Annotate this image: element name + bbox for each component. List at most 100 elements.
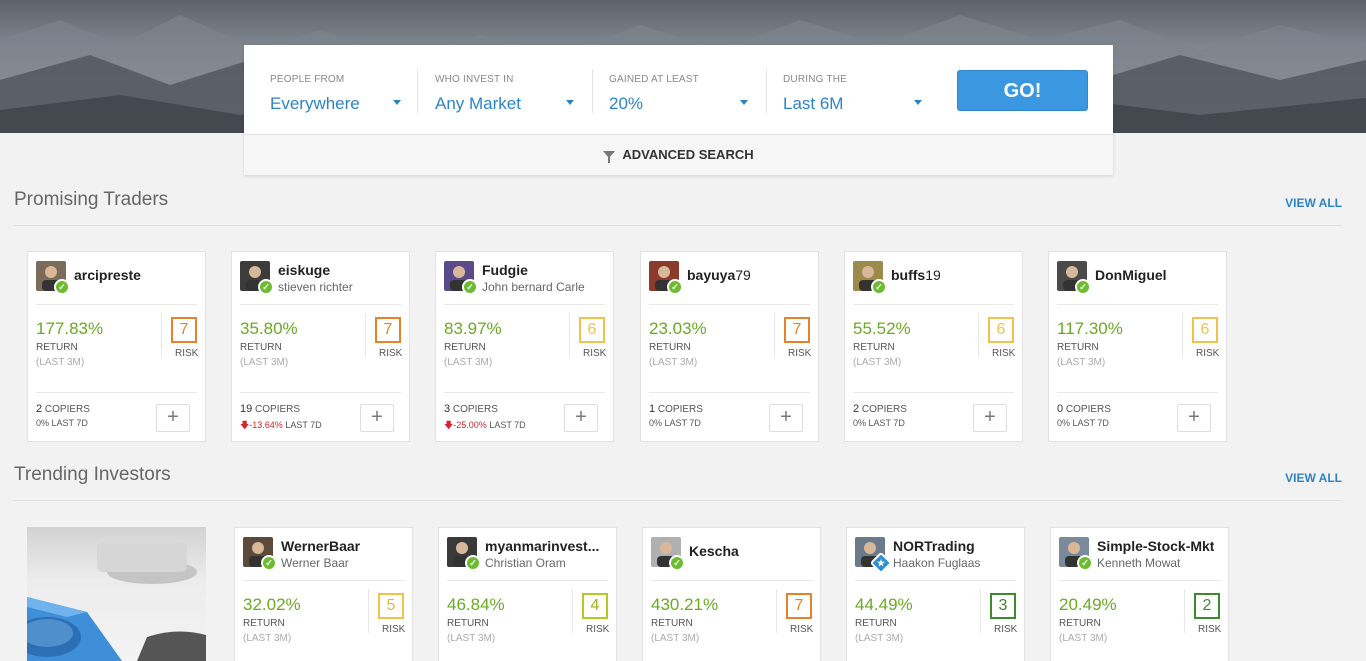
filter-people-from[interactable]: PEOPLE FROM Everywhere: [270, 45, 410, 134]
trader-card[interactable]: ✓ eiskuge stieven richter 35.80% RETURN (LAST…: [231, 251, 410, 442]
return-value: 83.97%: [444, 319, 502, 338]
risk-label: RISK: [994, 624, 1018, 635]
change-label: LAST 7D: [868, 418, 905, 428]
weekly-change: 🡇-13.64% LAST 7D: [240, 418, 322, 434]
username[interactable]: Kescha: [689, 543, 739, 559]
filter-during-the[interactable]: DURING THE Last 6M: [783, 45, 928, 134]
username[interactable]: arcipreste: [74, 267, 141, 283]
username[interactable]: NORTrading: [893, 538, 975, 554]
copiers-label: COPIERS: [255, 404, 301, 415]
username[interactable]: eiskuge: [278, 262, 330, 278]
trader-card[interactable]: ✓ Fudgie John bernard Carle 83.97% RETURN (LA…: [435, 251, 614, 442]
copiers-label: COPIERS: [452, 404, 498, 415]
filter-gained-at-least[interactable]: GAINED AT LEAST 20%: [609, 45, 754, 134]
full-name: stieven richter: [278, 280, 353, 294]
change-value: 0%: [36, 418, 50, 428]
investor-card[interactable]: ✓ Simple-Stock-Mkt Kenneth Mowat 20.49% RETU…: [1050, 527, 1229, 661]
divider: [444, 304, 605, 305]
verified-icon: ✓: [1077, 555, 1093, 571]
change-value: 0%: [1057, 418, 1071, 428]
filter-value[interactable]: Any Market: [435, 94, 521, 114]
verified-icon: ✓: [54, 279, 70, 295]
return-period: (LAST 3M): [1057, 357, 1106, 368]
risk-label: RISK: [583, 348, 607, 359]
change-value: 0%: [853, 418, 867, 428]
chevron-down-icon[interactable]: [740, 100, 748, 105]
advanced-search-button[interactable]: ADVANCED SEARCH: [244, 134, 1113, 175]
copy-trader-button[interactable]: +: [769, 404, 803, 432]
divider: [368, 589, 369, 633]
username[interactable]: Fudgie: [482, 262, 528, 278]
divider: [1059, 580, 1220, 581]
down-arrow-icon: 🡇: [444, 420, 454, 430]
change-label: LAST 7D: [285, 420, 322, 430]
verified-icon: ✓: [465, 555, 481, 571]
return-label: RETURN: [444, 342, 486, 353]
copiers-label: COPIERS: [1065, 404, 1111, 415]
chevron-down-icon[interactable]: [393, 100, 401, 105]
verified-icon: ✓: [261, 555, 277, 571]
filter-value[interactable]: Last 6M: [783, 94, 843, 114]
username[interactable]: bayuya79: [687, 267, 751, 283]
trader-card[interactable]: ✓ bayuya79 23.03% RETURN (LAST 3M) 7 RISK 1 COP…: [640, 251, 819, 442]
copiers-count: 2 COPIERS: [36, 403, 90, 415]
divider: [1182, 313, 1183, 357]
full-name: Haakon Fuglaas: [893, 556, 981, 570]
username[interactable]: WernerBaar: [281, 538, 360, 554]
username-text: bayuya: [687, 267, 736, 283]
trader-card[interactable]: ✓ DonMiguel 117.30% RETURN (LAST 3M) 6 RISK 0 C…: [1048, 251, 1227, 442]
verified-icon: ✓: [667, 279, 683, 295]
risk-score: 6: [579, 317, 605, 343]
trader-card[interactable]: ✓ buffs19 55.52% RETURN (LAST 3M) 6 RISK 2 COPI…: [844, 251, 1023, 442]
filter-who-invest-in[interactable]: WHO INVEST IN Any Market: [435, 45, 580, 134]
divider: [243, 580, 404, 581]
trader-card[interactable]: ✓ arcipreste 177.83% RETURN (LAST 3M) 7 RISK 2 …: [27, 251, 206, 442]
filter-value[interactable]: 20%: [609, 94, 643, 114]
return-period: (LAST 3M): [855, 633, 904, 644]
username[interactable]: Simple-Stock-Mkt: [1097, 538, 1214, 554]
promo-image[interactable]: [27, 527, 206, 661]
investor-card[interactable]: ✓ myanmarinvest... Christian Oram 46.84% RET…: [438, 527, 617, 661]
username[interactable]: buffs19: [891, 267, 941, 283]
filter-value[interactable]: Everywhere: [270, 94, 360, 114]
copy-trader-button[interactable]: +: [564, 404, 598, 432]
divider: [1184, 589, 1185, 633]
verified-icon: ✓: [669, 555, 685, 571]
risk-score: 3: [990, 593, 1016, 619]
return-label: RETURN: [1057, 342, 1099, 353]
investor-card[interactable]: ✓ WernerBaar Werner Baar 32.02% RETURN (LAST …: [234, 527, 413, 661]
copiers-number: 1: [649, 403, 656, 415]
copy-trader-button[interactable]: +: [156, 404, 190, 432]
risk-label: RISK: [992, 348, 1016, 359]
go-button[interactable]: GO!: [957, 70, 1088, 111]
username[interactable]: myanmarinvest...: [485, 538, 599, 554]
change-value: 0%: [649, 418, 663, 428]
divider: [853, 392, 1014, 393]
risk-score: 7: [375, 317, 401, 343]
chevron-down-icon[interactable]: [914, 100, 922, 105]
verified-icon: ✓: [871, 279, 887, 295]
weekly-change: 0% LAST 7D: [853, 418, 905, 428]
divider: [649, 392, 810, 393]
verified-icon: ✓: [258, 279, 274, 295]
return-label: RETURN: [36, 342, 78, 353]
view-all-trending-link[interactable]: VIEW ALL: [1285, 471, 1342, 485]
search-filters: PEOPLE FROM Everywhere WHO INVEST IN Any…: [244, 45, 1113, 134]
chevron-down-icon[interactable]: [566, 100, 574, 105]
copy-trader-button[interactable]: +: [1177, 404, 1211, 432]
investor-card[interactable]: ★ NORTrading Haakon Fuglaas 44.49% RETURN (LA…: [846, 527, 1025, 661]
divider: [766, 69, 767, 113]
return-period: (LAST 3M): [651, 633, 700, 644]
investor-card[interactable]: ✓ Kescha 430.21% RETURN (LAST 3M) 7 RISK: [642, 527, 821, 661]
divider: [853, 304, 1014, 305]
risk-score: 7: [786, 593, 812, 619]
risk-score: 2: [1194, 593, 1220, 619]
full-name: Werner Baar: [281, 556, 349, 570]
return-value: 32.02%: [243, 595, 301, 614]
search-panel: PEOPLE FROM Everywhere WHO INVEST IN Any…: [244, 45, 1113, 175]
view-all-promising-link[interactable]: VIEW ALL: [1285, 196, 1342, 210]
username[interactable]: DonMiguel: [1095, 267, 1167, 283]
risk-label: RISK: [382, 624, 406, 635]
copy-trader-button[interactable]: +: [973, 404, 1007, 432]
copy-trader-button[interactable]: +: [360, 404, 394, 432]
